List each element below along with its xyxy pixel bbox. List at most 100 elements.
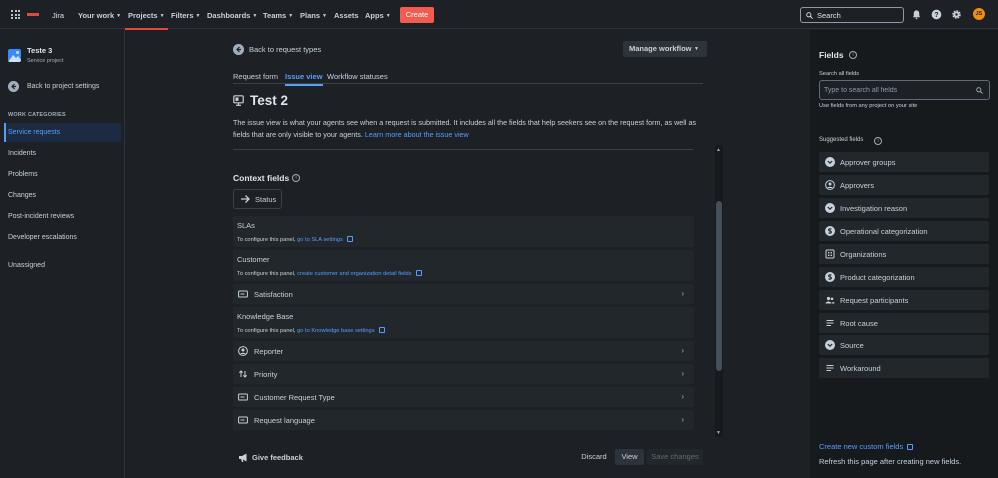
suggested-field-product-categorization[interactable]: Product categorization [819,267,989,287]
discard-button[interactable]: Discard [578,449,610,465]
field-row-priority[interactable]: Priority › [233,364,694,384]
create-custom-fields-link[interactable]: Create new custom fields [819,442,914,451]
work-categories-heading: WORK CATEGORIES [8,112,66,118]
fields-panel-title: Fields [819,50,844,60]
help-icon[interactable]: ? [931,9,942,20]
paragraph-icon [826,320,834,326]
panel-hint: To configure this panel, go to Knowledge… [237,326,385,334]
issue-view-description: The issue view is what your agents see w… [233,118,697,139]
tab-workflow-statuses[interactable]: Workflow statuses [327,72,388,81]
field-icon [238,416,248,424]
suggested-fields-heading: Suggested fields [819,137,864,143]
people-icon [825,296,835,304]
tab-issue-view[interactable]: Issue view [285,72,323,86]
megaphone-icon [239,453,247,462]
chevron-right-icon[interactable]: › [681,369,684,378]
field-row-satisfaction[interactable]: Satisfaction › [233,284,694,304]
search-fields-box[interactable] [819,80,990,100]
knowledge-base-settings-link[interactable]: go to Knowledge base settings [297,328,374,334]
suggested-field-organizations[interactable]: Organizations [819,244,989,264]
customer-detail-fields-link[interactable]: create customer and organization detail … [297,271,411,277]
suggested-field-investigation-reason[interactable]: Investigation reason [819,198,989,218]
chevron-down-icon: ▼ [195,13,201,19]
sidebar-item-service-requests[interactable]: Service requests [4,123,121,142]
knowledge-base-panel: Knowledge Base To configure this panel, … [233,307,694,338]
notifications-icon[interactable] [911,9,922,20]
search-fields-input[interactable] [824,85,974,95]
issue-view-icon [233,95,244,106]
tab-request-form[interactable]: Request form [233,72,278,81]
nav-filters[interactable]: Filters ▼ [171,11,200,20]
chevron-down-icon: ▼ [116,13,122,19]
user-avatar[interactable]: JS [973,8,985,20]
app-name[interactable]: Jira [52,11,64,20]
sidebar-item-unassigned[interactable]: Unassigned [4,256,121,275]
panel-title: Knowledge Base [237,312,294,321]
back-to-project-settings-link[interactable]: Back to project settings [8,81,120,93]
global-search[interactable] [800,7,904,23]
arrow-right-icon [241,195,250,203]
settings-gear-icon[interactable] [951,9,962,20]
info-icon[interactable]: i [292,174,300,182]
priority-icon [238,370,248,378]
suggested-field-workaround[interactable]: Workaround [819,358,989,378]
create-button[interactable]: Create [400,7,434,23]
info-icon[interactable]: i [874,137,882,145]
learn-more-link[interactable]: Learn more about the issue view [365,130,469,139]
chevron-right-icon[interactable]: › [681,415,684,424]
svg-text:?: ? [934,12,938,19]
sidebar-item-problems[interactable]: Problems [4,165,121,184]
panel-hint: To configure this panel, create customer… [237,269,422,277]
sla-settings-link[interactable]: go to SLA settings [297,237,343,243]
save-changes-button[interactable]: Save changes [647,449,703,465]
nav-assets[interactable]: Assets [334,11,359,20]
layout-scrollbar[interactable]: ▲ ▼ [715,145,723,437]
scrollbar-thumb[interactable] [716,201,722,371]
external-link-icon [415,270,422,276]
suggested-field-source[interactable]: Source [819,335,989,355]
chevron-circle-icon [825,340,835,350]
field-row-request-language[interactable]: Request language › [233,410,694,430]
chevron-right-icon[interactable]: › [681,392,684,401]
chevron-right-icon[interactable]: › [681,289,684,298]
nav-projects[interactable]: Projects ▼ [125,11,168,30]
search-fields-label: Search all fields [819,71,860,77]
status-field-chip[interactable]: Status [233,189,282,209]
search-icon [806,12,813,19]
chevron-right-icon[interactable]: › [681,346,684,355]
user-icon [825,180,835,190]
field-row-reporter[interactable]: Reporter › [233,341,694,361]
view-button[interactable]: View [615,449,644,465]
chevron-down-icon: ▼ [288,13,294,19]
nav-teams[interactable]: Teams ▼ [263,11,293,20]
info-icon[interactable]: i [849,51,857,59]
sidebar-item-changes[interactable]: Changes [4,186,121,205]
nav-dashboards[interactable]: Dashboards ▼ [207,11,257,20]
nav-your-work[interactable]: Your work ▼ [78,11,121,20]
dollar-circle-icon [825,226,835,236]
search-input[interactable] [817,10,897,20]
sidebar-item-developer-escalations[interactable]: Developer escalations [4,228,121,247]
sidebar-item-incidents[interactable]: Incidents [4,144,121,163]
divider [233,149,693,150]
panel-title: SLAs [237,221,255,230]
project-name: Teste 3 [27,46,53,55]
company-logo[interactable] [27,11,39,18]
suggested-field-operational-categorization[interactable]: Operational categorization [819,221,989,241]
context-fields-heading: Context fields [233,173,290,183]
nav-plans[interactable]: Plans ▼ [300,11,327,20]
app-switcher-icon[interactable] [11,10,20,19]
scroll-down-icon[interactable]: ▼ [716,430,721,436]
user-icon [238,346,248,356]
suggested-field-approver-groups[interactable]: Approver groups [819,152,989,172]
suggested-field-approvers[interactable]: Approvers [819,175,989,195]
field-row-customer-request-type[interactable]: Customer Request Type › [233,387,694,407]
manage-workflow-button[interactable]: Manage workflow ▼ [623,41,707,57]
nav-apps[interactable]: Apps ▼ [365,11,391,20]
external-link-icon [346,236,353,242]
chevron-down-icon: ▼ [159,13,165,19]
sidebar-item-post-incident-reviews[interactable]: Post-incident reviews [4,207,121,226]
suggested-field-root-cause[interactable]: Root cause [819,313,989,333]
suggested-field-request-participants[interactable]: Request participants [819,290,989,310]
scroll-up-icon[interactable]: ▲ [716,147,721,153]
